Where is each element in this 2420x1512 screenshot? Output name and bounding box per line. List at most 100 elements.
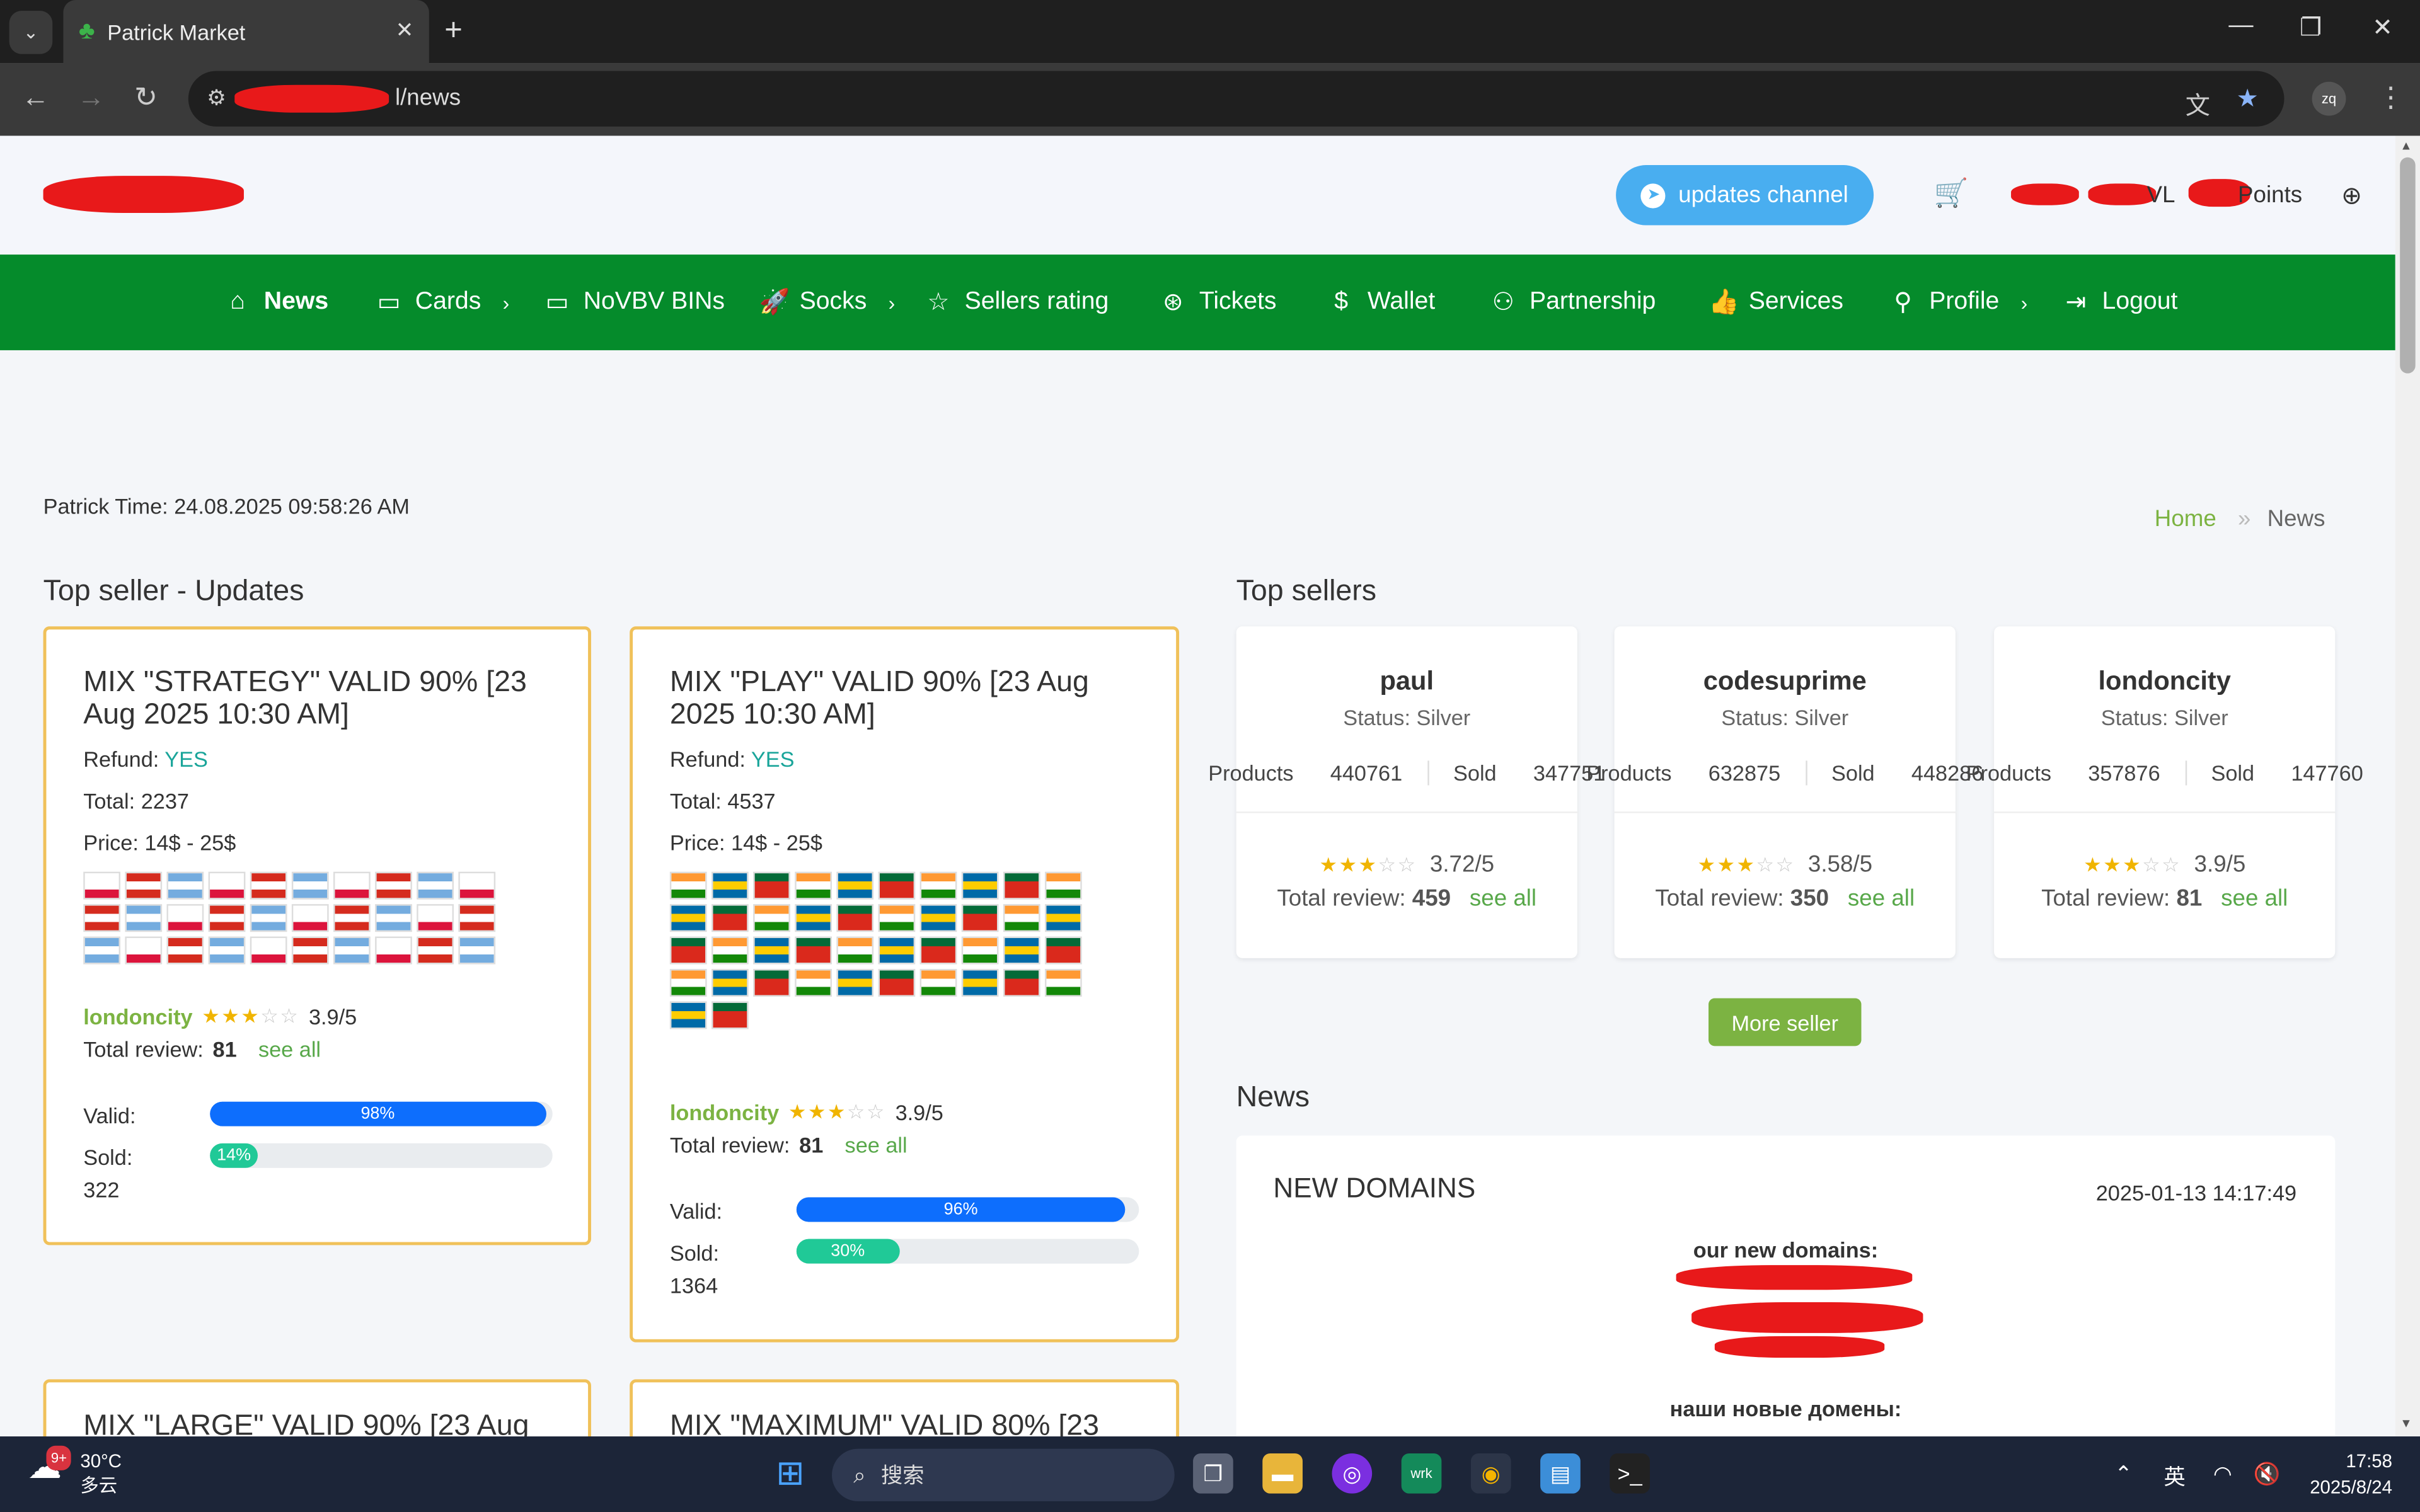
seller-card-londoncity[interactable]: londoncity Status: Silver Products 35787… bbox=[1966, 626, 2363, 958]
seller-name[interactable]: londoncity bbox=[1994, 667, 2335, 697]
country-flag-icon bbox=[333, 904, 371, 932]
nav-news[interactable]: ⌂ News bbox=[224, 255, 328, 350]
product-card-maximum[interactable]: MIX "MAXIMUM" VALID 80% [23 bbox=[630, 1379, 1180, 1437]
country-flag-icon bbox=[1044, 968, 1082, 997]
thumb-up-icon: 👍 bbox=[1708, 290, 1739, 317]
translate-icon[interactable]: 文 bbox=[2186, 85, 2210, 122]
bookmark-star-icon[interactable]: ★ bbox=[2237, 83, 2259, 114]
country-flag-icon bbox=[83, 936, 121, 965]
product-card-play[interactable]: MIX "PLAY" VALID 90% [23 Aug 2025 10:30 … bbox=[630, 626, 1180, 1343]
seller-name[interactable]: paul bbox=[1236, 667, 1577, 697]
scroll-up-icon[interactable]: ▲ bbox=[2400, 139, 2412, 152]
see-all-link[interactable]: see all bbox=[1848, 886, 1915, 912]
file-explorer-icon[interactable]: ▬ bbox=[1262, 1453, 1303, 1494]
system-clock[interactable]: 17:58 2025/8/24 bbox=[2300, 1449, 2392, 1501]
star-icon: ☆ bbox=[927, 290, 950, 317]
scrollbar-thumb[interactable] bbox=[2400, 157, 2416, 374]
windows-start-icon[interactable]: ⊞ bbox=[770, 1453, 810, 1494]
new-tab-button[interactable]: + bbox=[444, 14, 463, 49]
seller-line: londoncity ★★★☆☆ 3.9/5 bbox=[670, 1100, 943, 1125]
rating-value: 3.72/5 bbox=[1429, 851, 1495, 878]
minimize-icon[interactable]: — bbox=[2228, 13, 2253, 40]
restore-icon[interactable]: ❐ bbox=[2300, 13, 2322, 43]
nav-partnership[interactable]: ⚇ Partnership bbox=[1489, 255, 1656, 350]
nav-socks[interactable]: 🚀 Socks › bbox=[759, 255, 895, 350]
sold-label: Sold bbox=[2211, 760, 2255, 786]
window-close-icon[interactable]: ✕ bbox=[2372, 13, 2393, 43]
see-all-link[interactable]: see all bbox=[258, 1037, 321, 1062]
url-text: l/news bbox=[395, 84, 461, 112]
see-all-link[interactable]: see all bbox=[1470, 886, 1536, 912]
valid-fill: 96% bbox=[796, 1197, 1126, 1222]
see-all-link[interactable]: see all bbox=[845, 1133, 908, 1157]
menu-dots-icon[interactable]: ⋮ bbox=[2377, 82, 2404, 114]
updates-channel-button[interactable]: ➤ updates channel bbox=[1616, 165, 1874, 226]
product-title[interactable]: MIX "STRATEGY" VALID 90% [23 Aug 2025 10… bbox=[83, 667, 546, 731]
more-seller-button[interactable]: More seller bbox=[1708, 998, 1862, 1046]
review-line: Total review: 81 see all bbox=[83, 1037, 321, 1062]
country-flag-icon bbox=[458, 904, 496, 932]
top-sellers-title: Top sellers bbox=[1236, 575, 1377, 608]
product-card-large[interactable]: MIX "LARGE" VALID 90% [23 Aug bbox=[43, 1379, 591, 1437]
seller-link[interactable]: londoncity bbox=[83, 1004, 192, 1029]
nav-profile[interactable]: ⚲ Profile › bbox=[1889, 255, 2027, 350]
country-flags bbox=[669, 871, 1082, 1029]
product-title[interactable]: MIX "LARGE" VALID 90% [23 Aug bbox=[83, 1410, 546, 1436]
app-icon[interactable]: ◎ bbox=[1332, 1453, 1373, 1494]
tray-chevron-up-icon[interactable]: ⌃ bbox=[2114, 1461, 2133, 1487]
site-info-icon[interactable]: ⚙ bbox=[207, 85, 226, 112]
page-scrollbar[interactable]: ▲ ▼ bbox=[2395, 135, 2420, 1437]
nav-sellers-rating[interactable]: ☆ Sellers rating bbox=[925, 255, 1109, 350]
product-card-strategy[interactable]: MIX "STRATEGY" VALID 90% [23 Aug 2025 10… bbox=[43, 626, 591, 1246]
refund-row: Refund: YES bbox=[83, 747, 208, 771]
country-flag-icon bbox=[1044, 936, 1082, 965]
product-title[interactable]: MIX "PLAY" VALID 90% [23 Aug 2025 10:30 … bbox=[670, 667, 1133, 731]
country-flags bbox=[83, 871, 496, 965]
notepad-icon[interactable]: ▤ bbox=[1540, 1453, 1581, 1494]
seller-link[interactable]: londoncity bbox=[670, 1100, 779, 1125]
reload-icon[interactable]: ↻ bbox=[134, 82, 158, 114]
nav-novbv-bins[interactable]: ▭ NoVBV BINs bbox=[543, 255, 725, 350]
country-flag-icon bbox=[458, 936, 496, 965]
notification-badge: 9+ bbox=[46, 1445, 72, 1470]
work-app-icon[interactable]: wrk bbox=[1401, 1453, 1442, 1494]
scroll-down-icon[interactable]: ▼ bbox=[2400, 1416, 2412, 1430]
back-icon[interactable]: ← bbox=[21, 82, 49, 114]
nav-wallet[interactable]: $ Wallet bbox=[1327, 255, 1435, 350]
users-icon: ⚇ bbox=[1492, 290, 1514, 317]
chrome-icon[interactable]: ◉ bbox=[1470, 1453, 1511, 1494]
nav-logout[interactable]: ⇥ Logout bbox=[2062, 255, 2177, 350]
browser-toolbar: ← → ↻ ⚙ l/news 文 ★ zq ⋮ bbox=[0, 63, 2420, 136]
sold-count: 1364 bbox=[669, 1273, 718, 1298]
nav-services[interactable]: 👍 Services bbox=[1708, 255, 1843, 350]
language-globe-icon[interactable]: ⊕ bbox=[2341, 181, 2362, 212]
nav-cards[interactable]: ▭ Cards › bbox=[375, 255, 510, 350]
taskbar-search[interactable]: ⌕ 搜索 bbox=[832, 1448, 1175, 1501]
country-flag-icon bbox=[1003, 904, 1040, 932]
products-count: 440761 bbox=[1330, 760, 1403, 786]
volume-muted-icon[interactable]: 🔇 bbox=[2254, 1461, 2281, 1487]
see-all-link[interactable]: see all bbox=[2221, 886, 2288, 912]
ime-indicator[interactable]: 英 bbox=[2164, 1461, 2185, 1492]
profile-avatar[interactable]: zq bbox=[2312, 81, 2346, 116]
product-title[interactable]: MIX "MAXIMUM" VALID 80% [23 bbox=[670, 1410, 1133, 1436]
tab-search-button[interactable]: ⌄ bbox=[9, 11, 53, 54]
task-view-icon[interactable]: ❐ bbox=[1193, 1453, 1233, 1494]
address-bar[interactable]: ⚙ l/news 文 ★ bbox=[188, 71, 2285, 127]
terminal-icon[interactable]: >_ bbox=[1610, 1453, 1650, 1494]
close-tab-icon[interactable]: ✕ bbox=[396, 17, 414, 43]
seller-card-codesuprime[interactable]: codesuprime Status: Silver Products 6328… bbox=[1586, 626, 1983, 958]
browser-tab[interactable]: ♣ Patrick Market ✕ bbox=[63, 0, 429, 64]
products-count: 357876 bbox=[2088, 760, 2160, 786]
forward-icon[interactable]: → bbox=[77, 82, 105, 114]
cart-icon[interactable]: 🛒 bbox=[1934, 178, 1969, 210]
wifi-icon[interactable]: ◠ bbox=[2213, 1461, 2232, 1487]
search-placeholder: 搜索 bbox=[880, 1462, 925, 1487]
seller-card-paul[interactable]: paul Status: Silver Products 440761 Sold… bbox=[1208, 626, 1605, 958]
country-flag-icon bbox=[291, 871, 329, 900]
breadcrumb-home[interactable]: Home bbox=[2155, 506, 2216, 532]
rating-value: 3.9/5 bbox=[2194, 851, 2246, 878]
seller-name[interactable]: codesuprime bbox=[1615, 667, 1956, 697]
country-flag-icon bbox=[125, 904, 163, 932]
nav-tickets[interactable]: ⊛ Tickets bbox=[1159, 255, 1277, 350]
